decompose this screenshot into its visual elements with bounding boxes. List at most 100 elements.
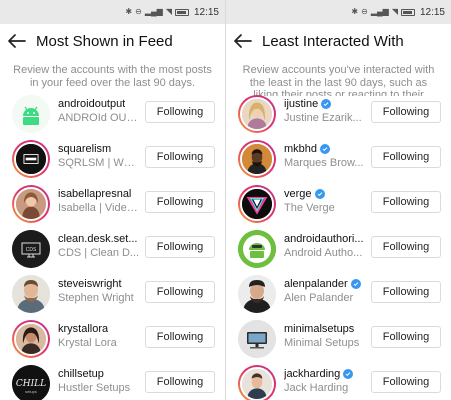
- svg-text:CDS: CDS: [26, 247, 37, 253]
- back-button[interactable]: [6, 30, 28, 52]
- following-button[interactable]: Following: [145, 191, 215, 213]
- bluetooth-icon: ✱: [351, 7, 359, 16]
- battery-icon: [400, 8, 415, 16]
- bluetooth-icon: ✱: [125, 7, 133, 16]
- back-arrow-icon: [8, 34, 26, 48]
- following-button[interactable]: Following: [371, 281, 441, 303]
- left-pane: ✱ ⊖ ▂▄▆ ◥ 12:15 Most Shown in Feed Revie…: [0, 0, 225, 400]
- username[interactable]: mkbhd: [284, 143, 366, 155]
- list-item[interactable]: androidauthori... Android Autho... Follo…: [226, 230, 451, 275]
- avatar[interactable]: [238, 140, 276, 178]
- following-button[interactable]: Following: [371, 101, 441, 123]
- avatar[interactable]: [238, 365, 276, 400]
- avatar[interactable]: [12, 140, 50, 178]
- username[interactable]: jackharding: [284, 368, 366, 380]
- avatar[interactable]: CDS: [12, 230, 50, 268]
- username[interactable]: androidauthori...: [284, 233, 366, 245]
- list-item[interactable]: krystallora Krystal Lora Following: [0, 320, 225, 365]
- following-button[interactable]: Following: [371, 326, 441, 348]
- full-name: SQRLSM | WO...: [58, 157, 140, 169]
- full-name: The Verge: [284, 202, 335, 214]
- account-names: verge The Verge: [284, 188, 366, 214]
- avatar[interactable]: [12, 320, 50, 358]
- following-button[interactable]: Following: [371, 146, 441, 168]
- account-names: androidauthori... Android Autho...: [284, 233, 366, 259]
- account-names: mkbhd Marques Brow...: [284, 143, 366, 169]
- android-logo-icon: [12, 95, 50, 133]
- following-button[interactable]: Following: [145, 236, 215, 258]
- verified-badge-icon: [314, 189, 325, 199]
- account-names: jackharding Jack Harding: [284, 368, 366, 394]
- list-item[interactable]: jackharding Jack Harding Following: [226, 365, 451, 400]
- full-name: Justine Ezarik...: [284, 112, 362, 124]
- person-photo-icon: [16, 189, 46, 219]
- avatar[interactable]: [12, 185, 50, 223]
- following-button[interactable]: Following: [145, 101, 215, 123]
- back-button[interactable]: [232, 30, 254, 52]
- full-name: Jack Harding: [284, 382, 349, 394]
- svg-text:setups: setups: [25, 389, 37, 394]
- full-name: Marques Brow...: [284, 157, 364, 169]
- username[interactable]: clean.desk.set...: [58, 233, 140, 245]
- account-names: krystallora Krystal Lora: [58, 323, 140, 349]
- list-item[interactable]: androidoutput ANDROId OUT... Following: [0, 95, 225, 140]
- list-item[interactable]: steveiswright Stephen Wright Following: [0, 275, 225, 320]
- list-item[interactable]: minimalsetups Minimal Setups Following: [226, 320, 451, 365]
- full-name: Alen Palander: [284, 292, 354, 304]
- avatar[interactable]: [238, 275, 276, 313]
- avatar[interactable]: CHILL setups: [12, 365, 50, 400]
- following-button[interactable]: Following: [145, 326, 215, 348]
- avatar[interactable]: [12, 95, 50, 133]
- person-photo-icon: [242, 144, 272, 174]
- username[interactable]: krystallora: [58, 323, 140, 335]
- username[interactable]: verge: [284, 188, 366, 200]
- android-authority-logo-icon: [238, 230, 276, 268]
- list-item[interactable]: alenpalander Alen Palander Following: [226, 275, 451, 320]
- following-button[interactable]: Following: [371, 371, 441, 393]
- dnd-icon: ⊖: [361, 7, 368, 16]
- clock: 12:15: [419, 6, 445, 18]
- svg-text:CHILL: CHILL: [16, 379, 46, 389]
- dnd-icon: ⊖: [135, 7, 142, 16]
- chill-logo-icon: CHILLsetups: [12, 365, 50, 400]
- verified-badge-icon: [350, 279, 361, 289]
- page-title: Least Interacted With: [262, 32, 404, 50]
- avatar[interactable]: [12, 275, 50, 313]
- username[interactable]: steveiswright: [58, 278, 140, 290]
- full-name: ANDROId OUT...: [58, 112, 140, 124]
- following-button[interactable]: Following: [145, 281, 215, 303]
- username[interactable]: alenpalander: [284, 278, 366, 290]
- following-button[interactable]: Following: [145, 146, 215, 168]
- following-button[interactable]: Following: [371, 236, 441, 258]
- list-item[interactable]: CDS clean.desk.set... CDS | Clean D... F…: [0, 230, 225, 275]
- header: Least Interacted With: [226, 24, 451, 58]
- username[interactable]: ijustine: [284, 98, 366, 110]
- username[interactable]: minimalsetups: [284, 323, 366, 335]
- username[interactable]: chillsetup: [58, 368, 140, 380]
- person-photo-icon: [16, 324, 46, 354]
- list-item[interactable]: isabellapresnal Isabella | Video... Foll…: [0, 185, 225, 230]
- account-names: squarelism SQRLSM | WO...: [58, 143, 140, 169]
- avatar[interactable]: [238, 185, 276, 223]
- list-item[interactable]: ijustine Justine Ezarik... Following: [226, 95, 451, 140]
- page-title: Most Shown in Feed: [36, 32, 173, 50]
- avatar[interactable]: [238, 230, 276, 268]
- list-item[interactable]: squarelism SQRLSM | WO... Following: [0, 140, 225, 185]
- person-photo-icon: [242, 369, 272, 399]
- account-names: androidoutput ANDROId OUT...: [58, 98, 140, 124]
- username[interactable]: squarelism: [58, 143, 140, 155]
- following-button[interactable]: Following: [371, 191, 441, 213]
- username[interactable]: androidoutput: [58, 98, 140, 110]
- list-item[interactable]: mkbhd Marques Brow... Following: [226, 140, 451, 185]
- following-button[interactable]: Following: [145, 371, 215, 393]
- avatar[interactable]: [238, 320, 276, 358]
- verified-badge-icon: [320, 144, 331, 154]
- right-pane: ✱ ⊖ ▂▄▆ ◥ 12:15 Least Interacted With Re…: [226, 0, 451, 400]
- account-names: steveiswright Stephen Wright: [58, 278, 140, 304]
- list-item[interactable]: verge The Verge Following: [226, 185, 451, 230]
- avatar[interactable]: [238, 95, 276, 133]
- status-bar: ✱ ⊖ ▂▄▆ ◥ 12:15: [226, 0, 451, 24]
- username[interactable]: isabellapresnal: [58, 188, 140, 200]
- account-names: minimalsetups Minimal Setups: [284, 323, 366, 349]
- list-item[interactable]: CHILL setups chillsetup Hustler Setups Fo…: [0, 365, 225, 400]
